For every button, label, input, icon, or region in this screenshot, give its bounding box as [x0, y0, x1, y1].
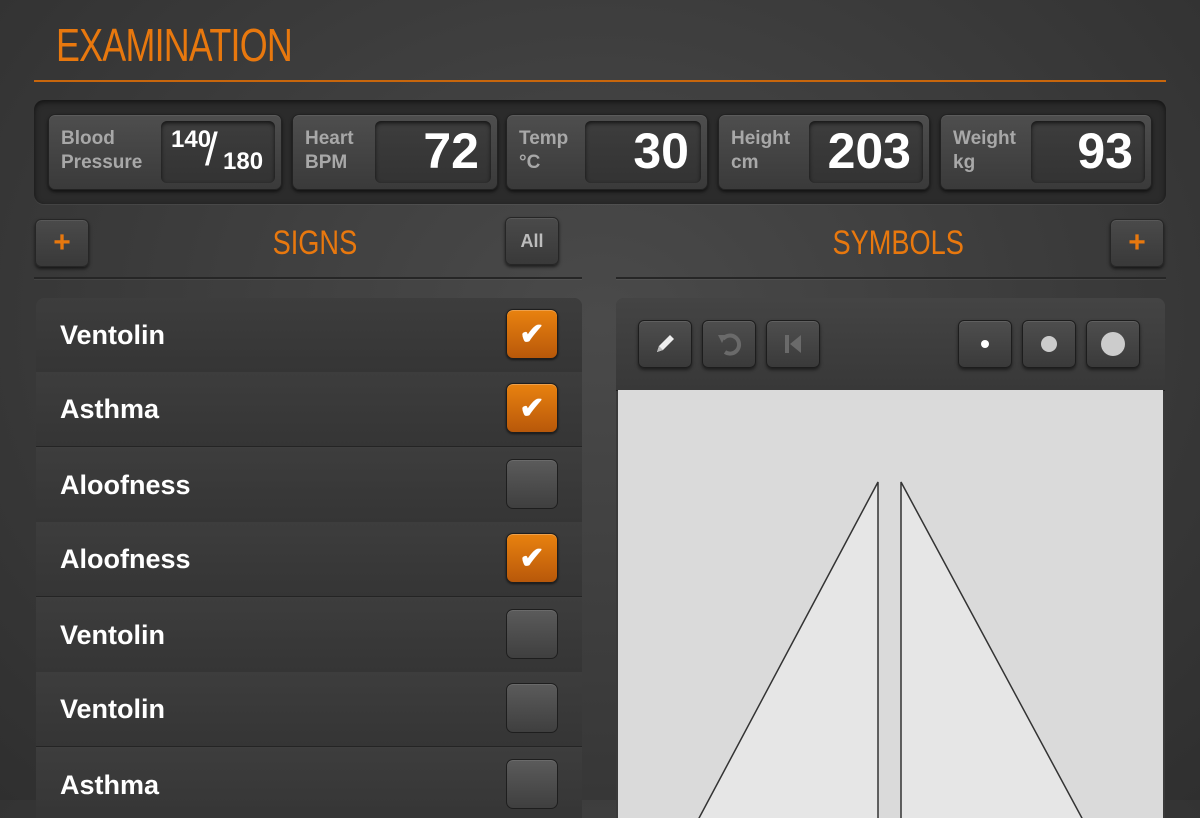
list-item[interactable]: Ventolin ✔	[36, 598, 582, 673]
sign-checkbox[interactable]: ✔	[506, 759, 558, 809]
sign-checkbox[interactable]: ✔	[506, 533, 558, 583]
weight-value[interactable]: 93	[1031, 121, 1145, 183]
list-item[interactable]: Aloofness ✔	[36, 448, 582, 523]
add-sign-button[interactable]: +	[35, 219, 89, 267]
sign-checkbox[interactable]: ✔	[506, 609, 558, 659]
blood-pressure-value[interactable]: 140 / 180	[161, 121, 275, 183]
sign-label: Aloofness	[60, 544, 191, 574]
weight-label: Weight kg	[953, 128, 1016, 173]
heart-label: Heart BPM	[305, 128, 354, 173]
list-item[interactable]: Asthma ✔	[36, 372, 582, 447]
checkmark-icon: ✔	[519, 317, 545, 351]
page-title: EXAMINATION	[56, 19, 293, 71]
sign-label: Ventolin	[60, 694, 166, 724]
bp-separator: /	[205, 123, 218, 175]
all-button-label: All	[520, 230, 544, 251]
sign-checkbox[interactable]: ✔	[506, 309, 558, 359]
drawing-canvas[interactable]	[618, 390, 1163, 818]
pencil-icon	[657, 335, 674, 352]
add-symbol-button[interactable]: +	[1110, 219, 1164, 267]
vital-heart[interactable]: Heart BPM 72	[292, 114, 498, 190]
signs-list: Ventolin ✔ Asthma ✔ Aloofness ✔ Aloofnes…	[36, 298, 582, 818]
brush-small-icon	[981, 340, 989, 348]
brush-large-icon	[1101, 332, 1125, 356]
plus-icon: +	[1128, 226, 1146, 259]
diastolic-value: 180	[223, 148, 264, 175]
drawing-toolbar	[616, 298, 1165, 391]
plus-icon: +	[53, 226, 71, 259]
brush-small-button[interactable]	[958, 320, 1012, 368]
brush-large-button[interactable]	[1086, 320, 1140, 368]
symbols-title: SYMBOLS	[832, 224, 964, 262]
list-item[interactable]: Aloofness ✔	[36, 522, 582, 597]
symbols-divider	[616, 277, 1166, 279]
undo-button[interactable]	[702, 320, 756, 368]
vital-height[interactable]: Height cm 203	[718, 114, 930, 190]
list-item[interactable]: Ventolin ✔	[36, 298, 582, 373]
signs-divider	[34, 277, 582, 279]
checkmark-icon: ✔	[519, 541, 545, 575]
sign-label: Asthma	[60, 394, 160, 424]
vital-temp[interactable]: Temp °C 30	[506, 114, 708, 190]
symbols-panel	[616, 298, 1165, 818]
vital-blood-pressure[interactable]: Blood Pressure 140 / 180	[48, 114, 282, 190]
vital-weight[interactable]: Weight kg 93	[940, 114, 1152, 190]
brush-medium-icon	[1041, 336, 1057, 352]
sign-checkbox[interactable]: ✔	[506, 459, 558, 509]
checkmark-icon: ✔	[519, 391, 545, 425]
list-item[interactable]: Ventolin ✔	[36, 672, 582, 747]
sign-label: Aloofness	[60, 470, 191, 500]
brush-medium-button[interactable]	[1022, 320, 1076, 368]
temp-value[interactable]: 30	[585, 121, 701, 183]
list-item[interactable]: Asthma ✔	[36, 748, 582, 818]
sign-label: Asthma	[60, 770, 160, 800]
temp-label: Temp °C	[519, 128, 569, 173]
height-label: Height cm	[731, 128, 791, 173]
skip-back-button[interactable]	[766, 320, 820, 368]
sign-checkbox[interactable]: ✔	[506, 383, 558, 433]
blood-pressure-label: Blood Pressure	[61, 128, 143, 173]
skip-back-icon	[785, 335, 801, 353]
undo-icon	[718, 333, 742, 356]
vitals-bar: Blood Pressure 140 / 180 Heart BPM 72 Te…	[34, 100, 1166, 204]
sign-label: Ventolin	[60, 320, 166, 350]
pencil-button[interactable]	[638, 320, 692, 368]
title-divider	[34, 80, 1166, 82]
heart-value[interactable]: 72	[375, 121, 491, 183]
all-signs-button[interactable]: All	[505, 217, 559, 265]
sign-checkbox[interactable]: ✔	[506, 683, 558, 733]
signs-title: SIGNS	[272, 224, 358, 262]
height-value[interactable]: 203	[809, 121, 923, 183]
sign-label: Ventolin	[60, 620, 166, 650]
